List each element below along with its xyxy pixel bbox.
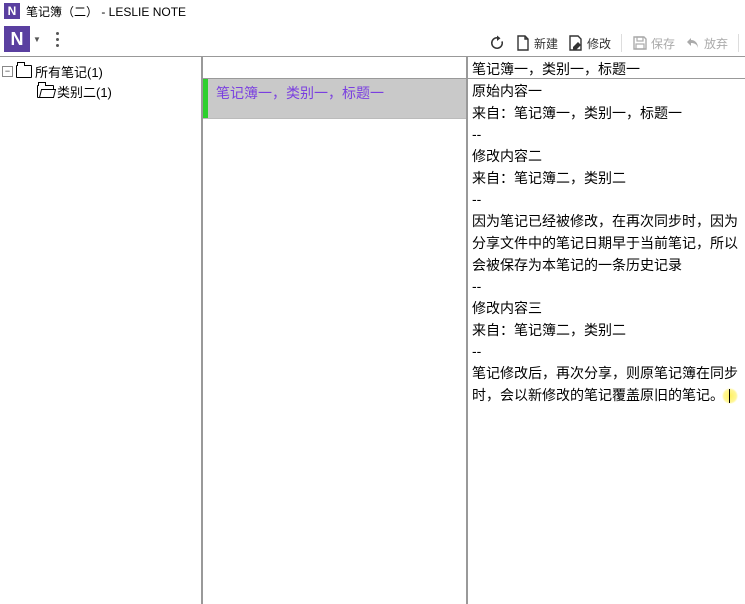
title-bar: N 笔记簿（二） - LESLIE NOTE: [0, 0, 745, 22]
sidebar: − 所有笔记(1) 类别二(1): [0, 57, 203, 604]
edit-button[interactable]: 修改: [564, 33, 615, 54]
content-line: --: [472, 124, 741, 146]
toolbar-separator: [738, 34, 739, 52]
main-area: − 所有笔记(1) 类别二(1) 笔记簿一，类别一，标题一 笔记簿一，类别一，标…: [0, 56, 745, 604]
refresh-icon: [489, 35, 505, 51]
app-logo-icon: N: [4, 3, 20, 19]
edit-icon: [568, 35, 584, 51]
refresh-button[interactable]: [485, 33, 509, 53]
content-body[interactable]: 原始内容一 来自：笔记簿一，类别一，标题一 -- 修改内容二 来自：笔记簿二，类…: [468, 79, 745, 604]
content-line: 来自：笔记簿二，类别二: [472, 168, 741, 190]
tree-child-row[interactable]: 类别二(1): [2, 81, 199, 101]
content-title: 笔记簿一，类别一，标题一: [468, 57, 745, 79]
note-item[interactable]: 笔记簿一，类别一，标题一: [203, 79, 466, 119]
tree-root-row[interactable]: − 所有笔记(1): [2, 61, 199, 81]
discard-button: 放弃: [681, 33, 732, 54]
overflow-menu-button[interactable]: [48, 26, 66, 52]
content-last-line: 笔记修改后，再次分享，则原笔记簿在同步时，会以新修改的笔记覆盖原旧的笔记。: [472, 363, 741, 406]
main-menu-button[interactable]: N: [4, 26, 30, 52]
save-button: 保存: [628, 33, 679, 54]
note-list-header: [203, 57, 466, 79]
new-file-icon: [515, 35, 531, 51]
edit-label: 修改: [587, 35, 611, 52]
discard-label: 放弃: [704, 35, 728, 52]
save-icon: [632, 35, 648, 51]
toolbar: 新建 修改 保存 放弃: [485, 30, 745, 56]
content-line: --: [472, 341, 741, 363]
content-line: --: [472, 276, 741, 298]
folder-open-icon: [37, 85, 54, 98]
tree-child-label: 类别二(1): [57, 82, 112, 101]
content-line: --: [472, 189, 741, 211]
content-line: 来自：笔记簿二，类别二: [472, 320, 741, 342]
note-list: 笔记簿一，类别一，标题一: [203, 57, 468, 604]
content-pane: 笔记簿一，类别一，标题一 原始内容一 来自：笔记簿一，类别一，标题一 -- 修改…: [468, 57, 745, 604]
collapse-icon[interactable]: −: [2, 66, 13, 77]
text-cursor-icon: [722, 388, 738, 404]
content-line: 因为笔记已经被修改，在再次同步时，因为分享文件中的笔记日期早于当前笔记，所以会被…: [472, 211, 741, 276]
window-title: 笔记簿（二） - LESLIE NOTE: [26, 3, 186, 20]
undo-icon: [685, 35, 701, 51]
content-line: 原始内容一: [472, 81, 741, 103]
tree-root-label: 所有笔记(1): [35, 62, 103, 81]
content-line: 修改内容二: [472, 146, 741, 168]
main-menu-dropdown[interactable]: ▼: [32, 26, 42, 52]
content-line: 修改内容三: [472, 298, 741, 320]
note-item-title: 笔记簿一，类别一，标题一: [208, 79, 392, 107]
toolbar-separator: [621, 34, 622, 52]
content-line: 来自：笔记簿一，类别一，标题一: [472, 103, 741, 125]
new-label: 新建: [534, 35, 558, 52]
new-button[interactable]: 新建: [511, 33, 562, 54]
save-label: 保存: [651, 35, 675, 52]
folder-icon: [16, 65, 32, 78]
